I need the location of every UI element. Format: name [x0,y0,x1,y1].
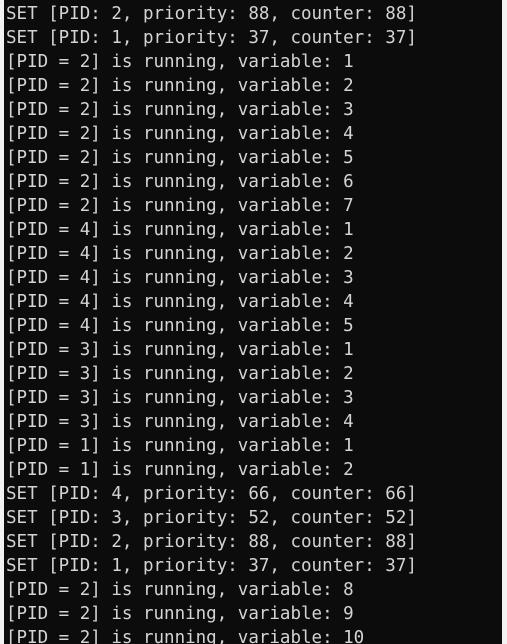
output-line: SET [PID: 2, priority: 88, counter: 88] [6,4,417,24]
output-line: [PID = 1] is running, variable: 1 [6,436,354,456]
output-line: [PID = 1] is running, variable: 2 [6,460,354,480]
output-line: [PID = 3] is running, variable: 1 [6,340,354,360]
output-line: [PID = 2] is running, variable: 2 [6,76,354,96]
output-line: [PID = 2] is running, variable: 10 [6,628,365,644]
output-line: [PID = 2] is running, variable: 9 [6,604,354,624]
output-line: [PID = 2] is running, variable: 3 [6,100,354,120]
output-line: [PID = 3] is running, variable: 3 [6,388,354,408]
output-line: [PID = 4] is running, variable: 5 [6,316,354,336]
output-line: SET [PID: 1, priority: 37, counter: 37] [6,28,417,48]
output-line: SET [PID: 3, priority: 52, counter: 52] [6,508,417,528]
output-line: SET [PID: 2, priority: 88, counter: 88] [6,532,417,552]
output-line: [PID = 2] is running, variable: 7 [6,196,354,216]
terminal-output: SET [PID: 2, priority: 88, counter: 88] … [6,2,417,644]
terminal-window[interactable]: SET [PID: 2, priority: 88, counter: 88] … [0,0,507,644]
output-line: [PID = 4] is running, variable: 4 [6,292,354,312]
background-window-edge [0,0,4,644]
output-line: [PID = 4] is running, variable: 1 [6,220,354,240]
output-line: SET [PID: 4, priority: 66, counter: 66] [6,484,417,504]
output-line: [PID = 4] is running, variable: 3 [6,268,354,288]
output-line: SET [PID: 1, priority: 37, counter: 37] [6,556,417,576]
output-line: [PID = 2] is running, variable: 6 [6,172,354,192]
output-line: [PID = 3] is running, variable: 4 [6,412,354,432]
output-line: [PID = 3] is running, variable: 2 [6,364,354,384]
output-line: [PID = 4] is running, variable: 2 [6,244,354,264]
output-line: [PID = 2] is running, variable: 5 [6,148,354,168]
scrollbar-track[interactable] [502,0,507,644]
output-line: [PID = 2] is running, variable: 4 [6,124,354,144]
output-line: [PID = 2] is running, variable: 8 [6,580,354,600]
output-line: [PID = 2] is running, variable: 1 [6,52,354,72]
